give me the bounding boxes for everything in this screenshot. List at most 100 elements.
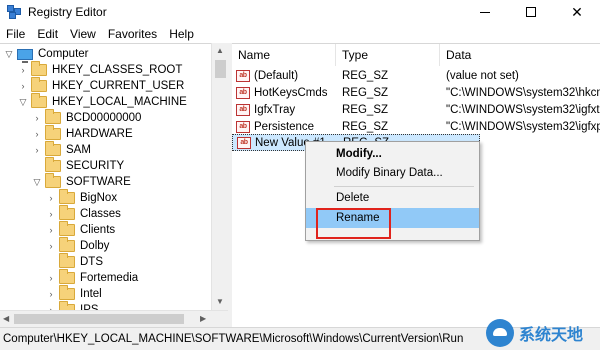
maximize-icon [526,7,536,17]
tree-item-hklm[interactable]: ▽ HKEY_LOCAL_MACHINE [18,93,187,110]
menu-item-modify[interactable]: Modify... [306,144,479,164]
tree-item-label: HKEY_CLASSES_ROOT [52,64,183,76]
registry-tree[interactable]: ▽ Computer › HKEY_CLASSES_ROOT › HKEY_CU… [0,43,228,327]
tree-vertical-scrollbar[interactable]: ▲ ▼ [211,43,228,310]
tree-horizontal-scrollbar[interactable]: ◀ ▶ [0,310,228,327]
folder-icon [45,109,61,124]
tree-item-label: HKEY_CURRENT_USER [52,80,185,92]
tree-item-label: DTS [80,256,103,268]
menu-file[interactable]: File [0,27,31,41]
tree-item-label: Computer [38,48,89,60]
value-name: IgfxTray [254,103,296,116]
expand-icon[interactable]: › [46,193,56,203]
tree-item-label: SAM [66,144,91,156]
tree-item-hkcu[interactable]: › HKEY_CURRENT_USER [18,77,185,94]
value-row[interactable]: ab HotKeysCmds REG_SZ "C:\WINDOWS\system3… [232,84,600,101]
watermark-text: 系统天地 [519,325,584,344]
tree-item-label: Intel [80,288,102,300]
tree-item-label: SECURITY [66,160,125,172]
tree-item-software[interactable]: ▽ SOFTWARE [32,173,131,190]
window-title: Registry Editor [28,5,107,19]
tree-item-bcd[interactable]: › BCD00000000 [32,109,141,126]
value-name: HotKeysCmds [254,86,328,99]
column-header-data[interactable]: Data [440,44,600,66]
tree-item-clients[interactable]: › Clients [46,221,116,238]
menu-view[interactable]: View [64,27,102,41]
collapse-icon[interactable]: ▽ [18,97,28,107]
expand-icon[interactable]: › [46,209,56,219]
scroll-down-icon[interactable]: ▼ [216,297,224,306]
expand-icon[interactable]: › [32,145,42,155]
tree-item-intel[interactable]: › Intel [46,285,102,302]
watermark: 系统天地 [486,318,600,348]
expand-icon[interactable]: › [32,129,42,139]
column-header-type[interactable]: Type [336,44,440,66]
collapse-icon[interactable]: ▽ [4,49,14,59]
menu-help[interactable]: Help [163,27,200,41]
menu-edit[interactable]: Edit [31,27,64,41]
value-type: REG_SZ [342,86,389,99]
folder-icon [59,253,75,268]
expand-icon[interactable]: › [18,65,28,75]
scroll-right-icon[interactable]: ▶ [200,314,206,323]
tree-item-classes[interactable]: › Classes [46,205,121,222]
tree-item-label: SOFTWARE [66,176,131,188]
tree-item-fortemedia[interactable]: › Fortemedia [46,269,138,286]
column-header-name[interactable]: Name [232,44,336,66]
scroll-left-icon[interactable]: ◀ [3,314,9,323]
minimize-button[interactable] [462,0,508,24]
scroll-thumb[interactable] [215,60,226,78]
folder-icon [45,157,61,172]
folder-icon [45,125,61,140]
value-name: Persistence [254,120,315,133]
tree-item-label: HARDWARE [66,128,133,140]
tree-item-hardware[interactable]: › HARDWARE [32,125,133,142]
menu-separator [334,186,474,187]
value-row[interactable]: ab (Default) REG_SZ (value not set) [232,67,600,84]
string-value-icon: ab [237,136,251,149]
tree-item-label: HKEY_LOCAL_MACHINE [52,96,187,108]
value-data: (value not set) [446,69,519,82]
value-type: REG_SZ [342,69,389,82]
tree-item-computer[interactable]: ▽ Computer [4,46,89,63]
collapse-icon[interactable]: ▽ [32,177,42,187]
tree-item-label: Clients [80,224,116,236]
expand-icon[interactable]: › [32,113,42,123]
menu-item-delete[interactable]: Delete [306,188,479,208]
tree-item-dolby[interactable]: › Dolby [46,237,109,254]
scroll-thumb[interactable] [14,314,184,324]
expand-icon[interactable]: › [18,81,28,91]
tree-item-security[interactable]: SECURITY [32,157,125,174]
folder-icon [59,269,75,284]
string-value-icon: ab [236,103,250,116]
tree-item-bignox[interactable]: › BigNox [46,189,117,206]
value-name: (Default) [254,69,299,82]
folder-icon [31,61,47,76]
rename-highlight-annotation [316,208,391,239]
title-bar: Registry Editor ✕ [0,0,600,24]
value-data: "C:\WINDOWS\system32\igfxtray [446,103,600,116]
expand-icon[interactable]: › [46,241,56,251]
folder-icon [59,205,75,220]
menu-item-modify-binary[interactable]: Modify Binary Data... [306,163,479,183]
computer-icon [17,48,33,63]
value-data: "C:\WINDOWS\system32\igfxpers [446,120,600,133]
tree-item-hkcr[interactable]: › HKEY_CLASSES_ROOT [18,61,183,78]
expand-icon[interactable]: › [46,289,56,299]
expand-icon[interactable]: › [46,225,56,235]
tree-item-label: Classes [80,208,121,220]
tree-item-sam[interactable]: › SAM [32,141,91,158]
menu-favorites[interactable]: Favorites [102,27,163,41]
folder-icon [59,237,75,252]
value-row[interactable]: ab IgfxTray REG_SZ "C:\WINDOWS\system32\i… [232,101,600,118]
window-controls: ✕ [462,0,600,24]
maximize-button[interactable] [508,0,554,24]
scroll-up-icon[interactable]: ▲ [216,46,224,55]
value-row[interactable]: ab Persistence REG_SZ "C:\WINDOWS\system3… [232,118,600,135]
expand-icon[interactable]: › [46,273,56,283]
tree-item-dts[interactable]: DTS [46,253,103,270]
close-button[interactable]: ✕ [554,0,600,24]
value-type: REG_SZ [342,103,389,116]
